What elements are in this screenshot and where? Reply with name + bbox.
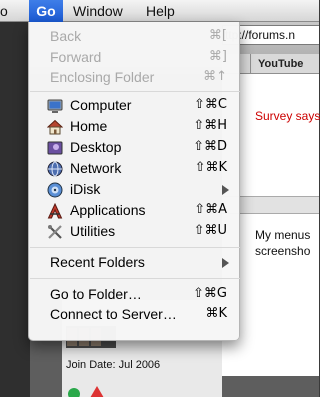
- idisk-icon: [47, 182, 63, 198]
- menu-file-partial[interactable]: o: [0, 0, 24, 22]
- menu-help[interactable]: Help: [146, 0, 175, 22]
- computer-icon: [47, 99, 63, 113]
- menu-item-connect-to-server[interactable]: Connect to Server… ⌘K: [29, 304, 241, 325]
- tab-youtube[interactable]: YouTube: [258, 55, 303, 73]
- menu-item-back-label: Back: [50, 28, 82, 44]
- survey-text: Survey says: [255, 109, 320, 123]
- menu-item-network[interactable]: Network ⇧⌘K: [29, 158, 241, 179]
- menu-item-forward: Forward ⌘]: [29, 47, 241, 68]
- shortcut-goto: ⇧⌘G: [193, 286, 227, 301]
- join-date: Join Date: Jul 2006: [66, 359, 161, 371]
- post-body-text: My menus screensho: [255, 227, 319, 259]
- menu-item-computer[interactable]: Computer ⇧⌘C: [29, 95, 241, 116]
- shortcut-connect: ⌘K: [205, 306, 227, 321]
- menu-item-recent-folders[interactable]: Recent Folders: [29, 252, 241, 273]
- shortcut-home: ⇧⌘H: [193, 118, 227, 133]
- menu-item-connect-label: Connect to Server…: [50, 306, 177, 322]
- shortcut-desktop: ⇧⌘D: [193, 139, 227, 154]
- warning-icon: [90, 386, 104, 397]
- submenu-arrow-icon: [222, 258, 229, 268]
- menu-item-utilities[interactable]: Utilities ⇧⌘U: [29, 221, 241, 242]
- menu-window[interactable]: Window: [73, 0, 123, 22]
- shortcut-forward: ⌘]: [208, 49, 227, 64]
- menu-item-enclosing-label: Enclosing Folder: [50, 69, 155, 85]
- desktop-icon: [47, 141, 63, 155]
- menu-item-desktop-label: Desktop: [70, 139, 122, 155]
- desktop-edge: [0, 22, 30, 397]
- shortcut-enclosing: ⌘↑: [203, 69, 227, 84]
- shortcut-computer: ⇧⌘C: [194, 97, 227, 112]
- menu-separator: [30, 278, 240, 279]
- menu-item-goto-label: Go to Folder…: [50, 286, 142, 302]
- utilities-icon: [48, 225, 62, 239]
- online-status-icon: [68, 388, 80, 397]
- tab-separator: [250, 54, 251, 74]
- shortcut-back: ⌘[: [208, 28, 227, 43]
- shortcut-applications: ⇧⌘A: [194, 202, 227, 217]
- menu-item-network-label: Network: [70, 160, 122, 176]
- menu-bar: o Go Window Help: [0, 0, 319, 22]
- menu-go[interactable]: Go: [29, 0, 63, 22]
- menu-item-applications[interactable]: Applications ⇧⌘A: [29, 200, 241, 221]
- menu-item-back: Back ⌘[: [29, 26, 241, 47]
- post-line-1: My menus: [255, 228, 311, 242]
- menu-item-applications-label: Applications: [70, 202, 146, 218]
- menu-separator: [30, 91, 240, 92]
- menu-item-computer-label: Computer: [70, 97, 132, 113]
- home-icon: [47, 119, 63, 135]
- menu-item-idisk-label: iDisk: [70, 181, 101, 197]
- menu-item-idisk[interactable]: iDisk: [29, 179, 241, 200]
- go-menu: Back ⌘[ Forward ⌘] Enclosing Folder ⌘↑ C…: [28, 22, 240, 341]
- menu-item-forward-label: Forward: [50, 49, 102, 65]
- menu-item-recent-label: Recent Folders: [50, 254, 145, 270]
- menu-item-enclosing-folder: Enclosing Folder ⌘↑: [29, 67, 241, 88]
- shortcut-network: ⇧⌘K: [194, 160, 227, 175]
- network-icon: [47, 161, 63, 177]
- submenu-arrow-icon: [222, 185, 229, 195]
- menu-item-home-label: Home: [70, 118, 108, 134]
- menu-item-utilities-label: Utilities: [70, 223, 116, 239]
- applications-icon: [47, 203, 63, 219]
- menu-item-go-to-folder[interactable]: Go to Folder… ⇧⌘G: [29, 284, 241, 305]
- menu-item-desktop[interactable]: Desktop ⇧⌘D: [29, 137, 241, 158]
- post-line-2: screensho: [255, 244, 311, 258]
- menu-separator: [30, 247, 240, 248]
- shortcut-utilities: ⇧⌘U: [193, 223, 227, 238]
- menu-item-home[interactable]: Home ⇧⌘H: [29, 116, 241, 137]
